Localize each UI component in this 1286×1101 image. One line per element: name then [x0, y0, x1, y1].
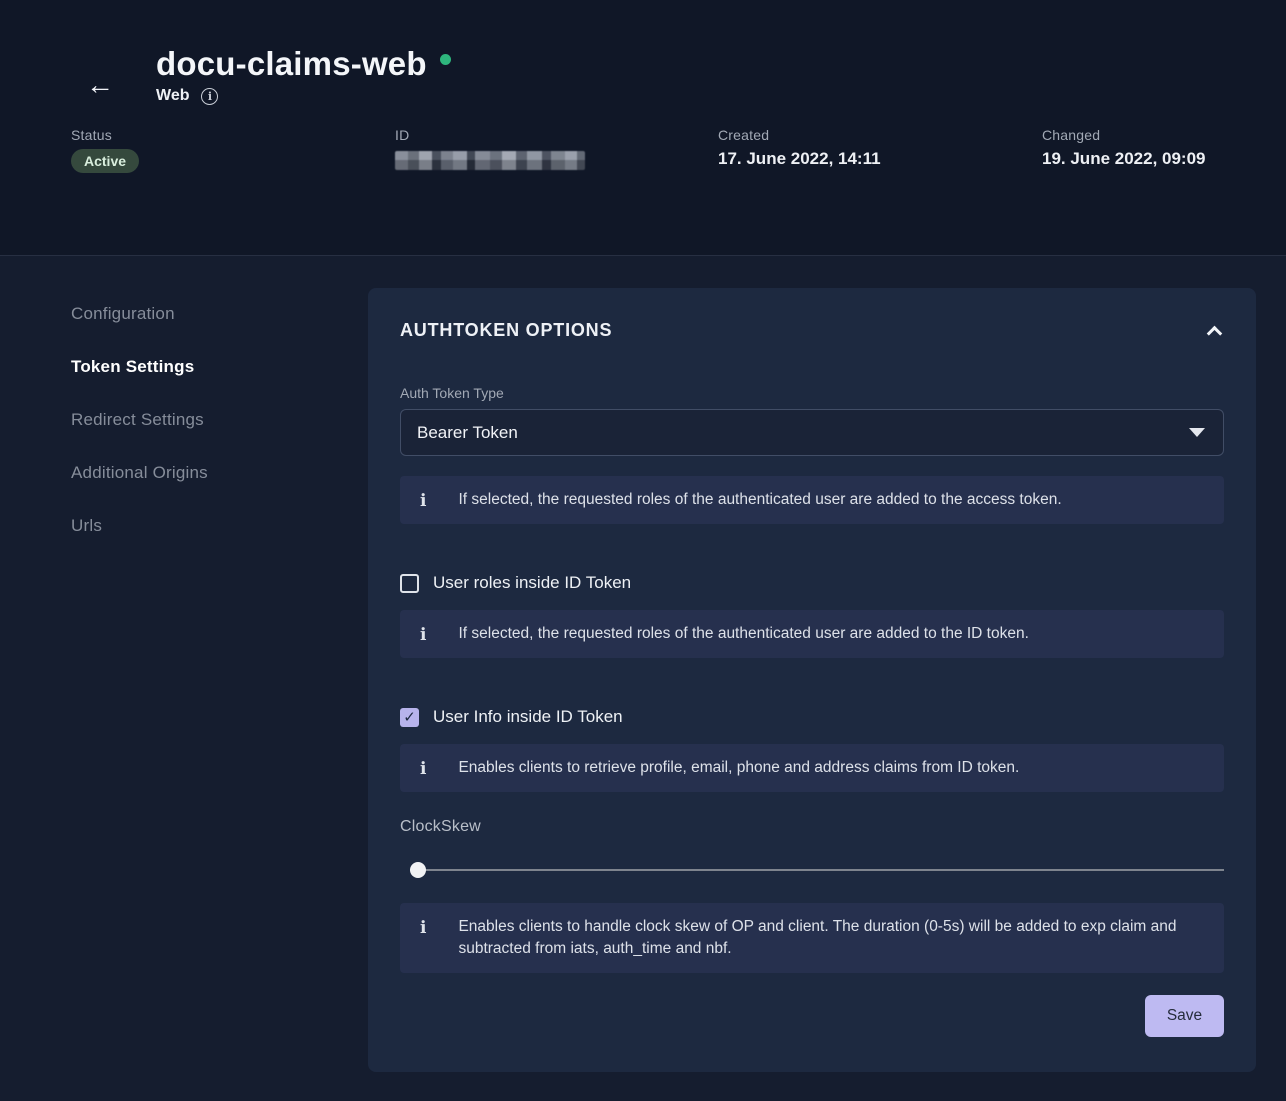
auth-token-type-value: Bearer Token	[417, 423, 518, 443]
page-title: docu-claims-web	[156, 45, 427, 83]
sidebar-item-additional-origins[interactable]: Additional Origins	[71, 463, 368, 483]
clockskew-slider[interactable]	[410, 869, 1224, 871]
meta-status: Status Active	[71, 127, 395, 173]
created-value: 17. June 2022, 14:11	[718, 149, 1042, 169]
caret-down-icon	[1189, 428, 1205, 437]
back-button[interactable]: ←	[82, 67, 118, 103]
info-text-clockskew: Enables clients to handle clock skew of …	[458, 916, 1206, 960]
clockskew-label: ClockSkew	[400, 818, 1224, 836]
chevron-up-icon[interactable]	[1207, 326, 1223, 342]
page-header: ← docu-claims-web Web i Status Active ID…	[0, 0, 1286, 256]
meta-row: Status Active ID Created 17. June 2022, …	[71, 127, 1286, 173]
info-icon: ℹ	[420, 759, 426, 779]
meta-changed: Changed 19. June 2022, 09:09	[1042, 127, 1286, 173]
info-text-user-info: Enables clients to retrieve profile, ema…	[458, 757, 1019, 779]
id-value-redacted	[395, 151, 585, 170]
status-dot-icon	[440, 54, 451, 65]
meta-created: Created 17. June 2022, 14:11	[718, 127, 1042, 173]
status-label: Status	[71, 127, 395, 143]
sidebar-item-configuration[interactable]: Configuration	[71, 304, 368, 324]
sidebar-item-urls[interactable]: Urls	[71, 516, 368, 536]
created-label: Created	[718, 127, 1042, 143]
id-label: ID	[395, 127, 718, 143]
info-box-clockskew: ℹ Enables clients to handle clock skew o…	[400, 903, 1224, 973]
client-type-label: Web	[156, 87, 189, 105]
info-box-access-token: ℹ If selected, the requested roles of th…	[400, 476, 1224, 524]
sidebar-item-redirect-settings[interactable]: Redirect Settings	[71, 410, 368, 430]
info-icon: ℹ	[420, 625, 426, 645]
info-icon: ℹ	[420, 918, 426, 938]
auth-token-type-select[interactable]: Bearer Token	[400, 409, 1224, 456]
info-icon: ℹ	[420, 491, 426, 511]
user-roles-checkbox-label: User roles inside ID Token	[433, 573, 631, 593]
auth-token-type-label: Auth Token Type	[400, 385, 1224, 401]
settings-sidebar: Configuration Token Settings Redirect Se…	[0, 256, 368, 1072]
user-info-checkbox-label: User Info inside ID Token	[433, 707, 623, 727]
clockskew-slider-thumb[interactable]	[410, 862, 426, 878]
user-info-checkbox[interactable]: ✓	[400, 708, 419, 727]
info-circle-icon[interactable]: i	[201, 88, 218, 105]
info-text-id-token: If selected, the requested roles of the …	[458, 623, 1028, 645]
status-badge: Active	[71, 149, 139, 173]
meta-id: ID	[395, 127, 718, 173]
back-arrow-icon: ←	[86, 69, 114, 100]
authtoken-options-panel: AUTHTOKEN OPTIONS Auth Token Type Bearer…	[368, 288, 1256, 1072]
sidebar-item-token-settings[interactable]: Token Settings	[71, 357, 368, 377]
info-text-access-token: If selected, the requested roles of the …	[458, 489, 1061, 511]
user-roles-checkbox[interactable]	[400, 574, 419, 593]
changed-label: Changed	[1042, 127, 1286, 143]
changed-value: 19. June 2022, 09:09	[1042, 149, 1286, 169]
user-info-checkbox-row[interactable]: ✓ User Info inside ID Token	[400, 707, 1224, 727]
info-box-id-token: ℹ If selected, the requested roles of th…	[400, 610, 1224, 658]
info-box-user-info: ℹ Enables clients to retrieve profile, e…	[400, 744, 1224, 792]
user-roles-checkbox-row[interactable]: User roles inside ID Token	[400, 573, 1224, 593]
panel-title: AUTHTOKEN OPTIONS	[400, 320, 612, 341]
save-button[interactable]: Save	[1145, 995, 1224, 1037]
